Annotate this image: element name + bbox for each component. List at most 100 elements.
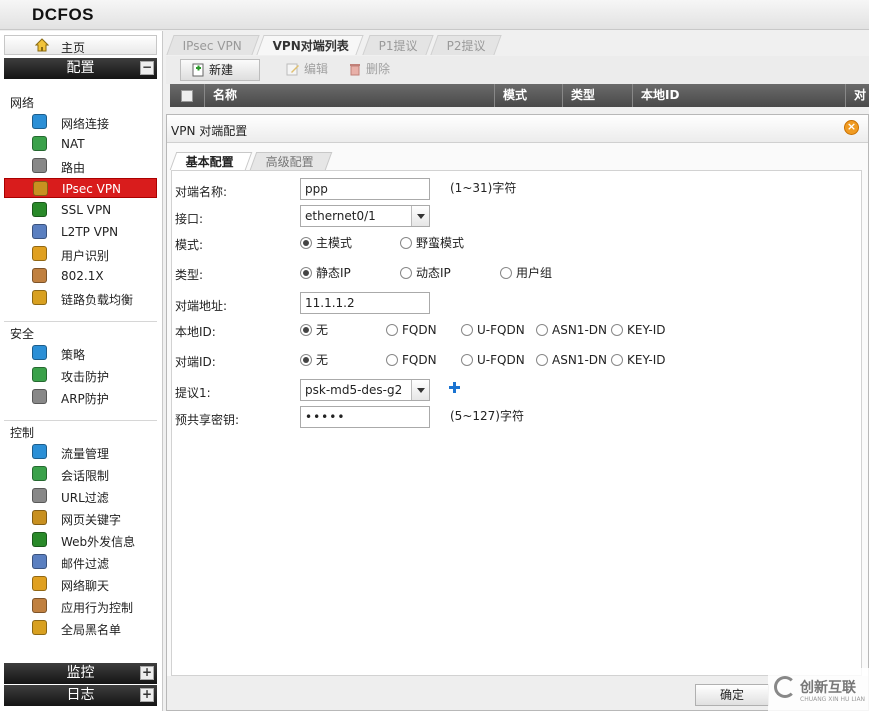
- peer-name-hint: (1~31)字符: [450, 181, 517, 195]
- add-proposal-icon[interactable]: [449, 382, 460, 393]
- peer-id-label: 对端ID:: [175, 355, 216, 369]
- type-user-group-radio[interactable]: 用户组: [500, 266, 552, 280]
- sidebar-item-label: Web外发信息: [61, 535, 136, 549]
- sidebar-item-dot1x[interactable]: 802.1X: [4, 266, 157, 286]
- sidebar-item-load-balance[interactable]: 链路负载均衡: [4, 288, 157, 308]
- edit-button[interactable]: 编辑: [276, 59, 336, 81]
- sidebar-item-keyword[interactable]: 网页关键字: [4, 508, 157, 528]
- peer-id-keyid-radio[interactable]: KEY-ID: [611, 353, 665, 367]
- sidebar-item-web-out[interactable]: Web外发信息: [4, 530, 157, 550]
- section-log[interactable]: 日志 +: [4, 685, 157, 706]
- sidebar-item-label: 用户识别: [61, 249, 110, 263]
- section-log-label: 日志: [66, 687, 95, 703]
- watermark-text: 创新互联: [800, 680, 856, 696]
- local-id-ufqdn-radio[interactable]: U-FQDN: [461, 323, 525, 337]
- sidebar-item-ipsec[interactable]: IPsec VPN: [4, 178, 157, 198]
- col-mode[interactable]: 模式: [494, 84, 562, 107]
- local-id-asn1dn-radio[interactable]: ASN1-DN: [536, 323, 607, 337]
- sidebar-item-globe[interactable]: 网络连接: [4, 112, 157, 132]
- sidebar-item-label: 流量管理: [61, 447, 110, 461]
- sidebar-item-label: IPsec VPN: [62, 182, 122, 196]
- psk-label: 预共享密钥:: [175, 413, 240, 427]
- local-id-keyid-radio[interactable]: KEY-ID: [611, 323, 665, 337]
- expand-icon[interactable]: +: [140, 688, 154, 702]
- interface-label: 接口:: [175, 212, 204, 226]
- col-local-id[interactable]: 本地ID: [632, 84, 845, 107]
- new-button[interactable]: 新建: [180, 59, 260, 81]
- sidebar-item-label: ARP防护: [61, 392, 109, 406]
- mode-aggressive-radio[interactable]: 野蛮模式: [400, 236, 464, 250]
- type-static-ip-radio[interactable]: 静态IP: [300, 266, 351, 280]
- router-icon: [32, 158, 48, 174]
- chevron-down-icon[interactable]: [411, 206, 429, 226]
- ssl-vpn-icon: [32, 202, 48, 218]
- peer-address-input[interactable]: 11.1.1.2: [300, 292, 430, 314]
- app-control-icon: [32, 598, 48, 614]
- col-name[interactable]: 名称: [204, 84, 494, 107]
- local-id-fqdn-radio[interactable]: FQDN: [386, 323, 437, 337]
- peer-name-label: 对端名称:: [175, 185, 228, 199]
- arp-icon: [32, 389, 48, 405]
- delete-button[interactable]: 删除: [338, 59, 398, 81]
- sidebar-item-shield[interactable]: 攻击防护: [4, 365, 157, 385]
- psk-input[interactable]: •••••: [300, 406, 430, 428]
- sidebar-item-traffic[interactable]: 流量管理: [4, 442, 157, 462]
- confirm-button[interactable]: 确定: [695, 684, 769, 706]
- tab-advanced-config[interactable]: 高级配置: [249, 152, 333, 170]
- col-peer[interactable]: 对: [845, 84, 869, 107]
- sidebar-item-user-id[interactable]: 用户识别: [4, 244, 157, 264]
- mail-filter-icon: [32, 554, 48, 570]
- collapse-icon[interactable]: −: [140, 61, 154, 75]
- expand-icon[interactable]: +: [140, 666, 154, 680]
- toolbar: 新建 编辑 删除: [166, 56, 869, 84]
- sidebar-item-label: 策略: [61, 348, 86, 362]
- group-divider: [4, 420, 157, 421]
- interface-select[interactable]: ethernet0/1: [300, 205, 430, 227]
- sidebar-item-session-limit[interactable]: 会话限制: [4, 464, 157, 484]
- proposal1-select[interactable]: psk-md5-des-g2: [300, 379, 430, 401]
- sidebar-item-label: 邮件过滤: [61, 557, 110, 571]
- sidebar-item-label: 网络聊天: [61, 579, 110, 593]
- sidebar-item-mail-filter[interactable]: 邮件过滤: [4, 552, 157, 572]
- sidebar-item-policy[interactable]: 策略: [4, 343, 157, 363]
- sidebar-item-label: L2TP VPN: [61, 225, 119, 239]
- sidebar-item-l2tp[interactable]: L2TP VPN: [4, 222, 157, 242]
- sidebar-item-chat[interactable]: 网络聊天: [4, 574, 157, 594]
- sidebar-item-router[interactable]: 路由: [4, 156, 157, 176]
- sidebar-item-blacklist[interactable]: 全局黑名单: [4, 618, 157, 638]
- ipsec-icon: [33, 181, 49, 197]
- local-id-none-radio[interactable]: 无: [300, 323, 328, 337]
- section-monitor[interactable]: 监控 +: [4, 663, 157, 684]
- sidebar-item-arp[interactable]: ARP防护: [4, 387, 157, 407]
- peer-id-ufqdn-radio[interactable]: U-FQDN: [461, 353, 525, 367]
- sidebar-item-ssl-vpn[interactable]: SSL VPN: [4, 200, 157, 220]
- type-label: 类型:: [175, 268, 204, 282]
- sidebar-item-label: 802.1X: [61, 269, 104, 283]
- tab-p1-proposal[interactable]: P1提议: [362, 35, 434, 55]
- peer-id-fqdn-radio[interactable]: FQDN: [386, 353, 437, 367]
- sidebar-home-label: 主页: [61, 41, 86, 55]
- sidebar-item-nat[interactable]: NAT: [4, 134, 157, 154]
- peer-id-asn1dn-radio[interactable]: ASN1-DN: [536, 353, 607, 367]
- select-all-checkbox[interactable]: [181, 90, 193, 102]
- sidebar-item-label: 全局黑名单: [61, 623, 122, 637]
- tab-p2-proposal[interactable]: P2提议: [430, 35, 502, 55]
- section-config[interactable]: 配置 −: [4, 58, 157, 79]
- edit-icon: [286, 62, 300, 76]
- psk-hint: (5~127)字符: [450, 409, 524, 423]
- peer-name-input[interactable]: ppp: [300, 178, 430, 200]
- keyword-icon: [32, 510, 48, 526]
- sidebar-home[interactable]: 主页: [4, 35, 157, 55]
- sidebar-item-app-control[interactable]: 应用行为控制: [4, 596, 157, 616]
- tab-ipsec-vpn[interactable]: IPsec VPN: [166, 35, 260, 55]
- peer-id-none-radio[interactable]: 无: [300, 353, 328, 367]
- mode-main-radio[interactable]: 主模式: [300, 236, 352, 250]
- tab-vpn-peer-list[interactable]: VPN对端列表: [256, 35, 364, 55]
- group-network-label: 网络: [10, 96, 35, 110]
- close-icon[interactable]: ×: [844, 120, 859, 135]
- tab-basic-config[interactable]: 基本配置: [169, 152, 253, 170]
- sidebar-item-url-filter[interactable]: URL过滤: [4, 486, 157, 506]
- type-dynamic-ip-radio[interactable]: 动态IP: [400, 266, 451, 280]
- col-type[interactable]: 类型: [562, 84, 632, 107]
- chevron-down-icon[interactable]: [411, 380, 429, 400]
